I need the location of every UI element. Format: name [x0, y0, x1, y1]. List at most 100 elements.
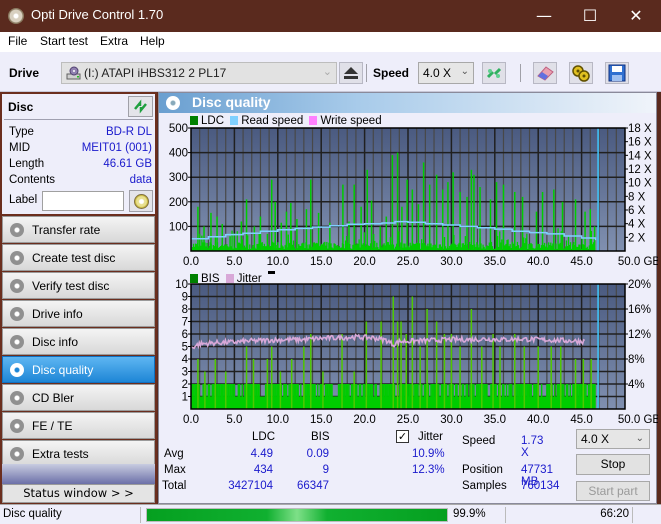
- menu-start-test[interactable]: Start test: [40, 34, 88, 48]
- stats-label-total: Total: [162, 480, 187, 492]
- samples-label: Samples: [462, 480, 507, 492]
- chart2-y-tick: 9: [182, 292, 188, 304]
- eject-button[interactable]: [339, 62, 363, 84]
- chart2-y2-tick: 12%: [628, 329, 651, 341]
- chart1-y2-tick: 12 X: [628, 164, 652, 176]
- divider: [632, 507, 633, 523]
- chart2-x-tick: 50.0 GB: [618, 414, 658, 426]
- eraser-icon: [537, 66, 554, 81]
- status-bar: Disc quality 99.9% 66:20: [0, 504, 661, 524]
- chart2-y-tick: 3: [182, 367, 188, 379]
- minimize-button[interactable]: —: [521, 0, 567, 32]
- stats-total-ldc: 3427104: [228, 480, 273, 492]
- chart1-y-tick: 400: [169, 148, 188, 160]
- chevron-down-icon: ⌄: [460, 66, 469, 77]
- chevron-down-icon: ⌄: [322, 65, 332, 78]
- nav-disc-info[interactable]: Disc info: [2, 328, 155, 355]
- menu-bar: File Start test Extra Help: [0, 32, 661, 52]
- nav-transfer-rate[interactable]: Transfer rate: [2, 216, 155, 243]
- field-value: BD-R DL: [105, 126, 152, 138]
- stats-max-jitter: 12.3%: [412, 464, 445, 476]
- disc-header: Disc: [8, 100, 34, 114]
- stats-avg-bis: 0.09: [306, 448, 329, 460]
- app-window: Opti Drive Control 1.70 — ☐ ✕ File Start…: [0, 0, 661, 524]
- stats-header-bis: BIS: [311, 431, 330, 443]
- status-window-button[interactable]: Status window > >: [2, 484, 155, 503]
- chart2-y2-tick: 16%: [628, 304, 651, 316]
- refresh-disc-button[interactable]: [128, 96, 153, 117]
- nav-label: Disc quality: [32, 363, 94, 377]
- erase-button[interactable]: [533, 62, 557, 84]
- test-speed-select[interactable]: 4.0 X ⌄: [576, 429, 650, 449]
- nav-fe-te[interactable]: FE / TE: [2, 412, 155, 439]
- menu-help[interactable]: Help: [140, 34, 165, 48]
- swap-button[interactable]: [482, 62, 506, 84]
- divider: [505, 507, 506, 523]
- disc-icon: [10, 223, 24, 237]
- start-part-button[interactable]: Start part: [576, 481, 650, 501]
- title-bar: Opti Drive Control 1.70 — ☐ ✕: [0, 0, 661, 32]
- nav-disc-quality[interactable]: Disc quality: [2, 356, 155, 383]
- maximize-button[interactable]: ☐: [567, 0, 613, 32]
- drive-select[interactable]: (I:) ATAPI iHBS312 2 PL17 ⌄: [61, 62, 337, 84]
- chart1-y2-tick: 14 X: [628, 150, 652, 162]
- disc-icon: [10, 279, 24, 293]
- chart1-y2-tick: 6 X: [628, 205, 646, 217]
- toolbar-separator: [366, 64, 367, 82]
- chart2-y2-tick: 20%: [628, 279, 651, 291]
- progress-fill: [147, 509, 447, 521]
- nav-label: Drive info: [32, 307, 83, 321]
- chart2-y-tick: 8: [182, 304, 188, 316]
- stats-label-avg: Avg: [164, 448, 184, 460]
- chart2-x-tick: 5.0: [226, 414, 242, 426]
- drive-value: (I:) ATAPI iHBS312 2 PL17: [84, 66, 227, 80]
- nav-drive-info[interactable]: Drive info: [2, 300, 155, 327]
- chart1-y-tick: 500: [169, 123, 188, 135]
- nav-extra-tests[interactable]: Extra tests: [2, 440, 155, 467]
- nav-create-test-disc[interactable]: Create test disc: [2, 244, 155, 271]
- window-title: Opti Drive Control 1.70: [31, 7, 164, 22]
- label-key: Label: [9, 194, 38, 206]
- chart1-x-tick: 30.0: [440, 256, 462, 268]
- chart2-y-tick: 2: [182, 379, 188, 391]
- settings-button[interactable]: [569, 62, 593, 84]
- field-value: data: [129, 174, 152, 186]
- field-key: Length: [9, 158, 45, 170]
- label-button[interactable]: [129, 190, 153, 212]
- chart1-x-tick: 40.0: [527, 256, 549, 268]
- field-key: Contents: [9, 174, 56, 186]
- field-value: 46.61 GB: [103, 158, 152, 170]
- disc-icon: [10, 307, 24, 321]
- menu-file[interactable]: File: [8, 34, 27, 48]
- cd-icon: [134, 194, 149, 209]
- chart2-x-tick: 0.0: [183, 414, 199, 426]
- stats-max-ldc: 434: [253, 464, 273, 476]
- chart1-y2-tick: 8 X: [628, 191, 646, 203]
- toolbar-separator: [520, 64, 521, 82]
- chevron-down-icon: ⌄: [635, 433, 644, 444]
- nav-label: Disc info: [32, 335, 79, 349]
- progress-text: 99.9%: [453, 508, 486, 520]
- chart1-x-tick: 10.0: [267, 256, 289, 268]
- save-button[interactable]: [605, 62, 629, 84]
- speed-select[interactable]: 4.0 X ⌄: [418, 62, 474, 84]
- jitter-label: Jitter: [418, 431, 443, 443]
- label-input[interactable]: [42, 191, 124, 211]
- stop-button[interactable]: Stop: [576, 454, 650, 475]
- nav-cd-bler[interactable]: CD Bler: [2, 384, 155, 411]
- refresh-icon: [134, 99, 147, 114]
- nav-label: CD Bler: [32, 391, 75, 405]
- chart2-y-tick: 5: [182, 342, 188, 354]
- nav-verify-test-disc[interactable]: Verify test disc: [2, 272, 155, 299]
- chart2-x-tick: 40.0: [527, 414, 549, 426]
- jitter-checkbox[interactable]: ✓: [396, 430, 409, 443]
- chart1-y2-tick: 2 X: [628, 232, 646, 244]
- app-disc-icon: [8, 8, 24, 24]
- close-button[interactable]: ✕: [613, 0, 659, 32]
- chart1-x-tick: 50.0 GB: [618, 256, 658, 268]
- menu-extra[interactable]: Extra: [100, 34, 128, 48]
- disc-icon: [10, 363, 24, 377]
- disc-icon: [10, 391, 24, 405]
- chart2-y-tick: 6: [182, 329, 188, 341]
- chart2-x-tick: 15.0: [310, 414, 332, 426]
